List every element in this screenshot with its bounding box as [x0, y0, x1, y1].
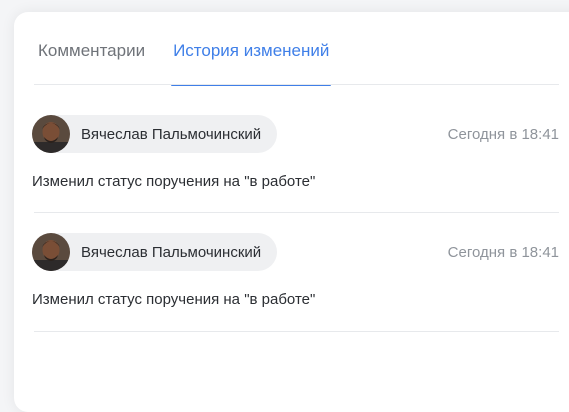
entry-divider — [34, 212, 559, 213]
entry-timestamp: Сегодня в 18:41 — [447, 126, 559, 143]
entry-timestamp: Сегодня в 18:41 — [447, 244, 559, 261]
author-name: Вячеслав Пальмочинский — [81, 125, 262, 143]
author-chip[interactable]: Вячеслав Пальмочинский — [32, 233, 278, 271]
tab-bar: Комментарии История изменений — [38, 38, 332, 86]
tab-change-history[interactable]: История изменений — [171, 38, 332, 86]
history-entry: Вячеслав Пальмочинский Сегодня в 18:41 И… — [32, 115, 559, 190]
avatar — [32, 115, 70, 153]
entry-divider — [34, 331, 559, 332]
tabs-divider — [34, 84, 559, 85]
entry-text: Изменил статус поручения на "в работе" — [32, 291, 316, 308]
entry-text: Изменил статус поручения на "в работе" — [32, 173, 316, 190]
history-entry: Вячеслав Пальмочинский Сегодня в 18:41 И… — [32, 233, 559, 308]
author-chip[interactable]: Вячеслав Пальмочинский — [32, 115, 278, 153]
author-name: Вячеслав Пальмочинский — [81, 243, 262, 261]
tab-comments[interactable]: Комментарии — [38, 38, 145, 86]
avatar — [32, 233, 70, 271]
